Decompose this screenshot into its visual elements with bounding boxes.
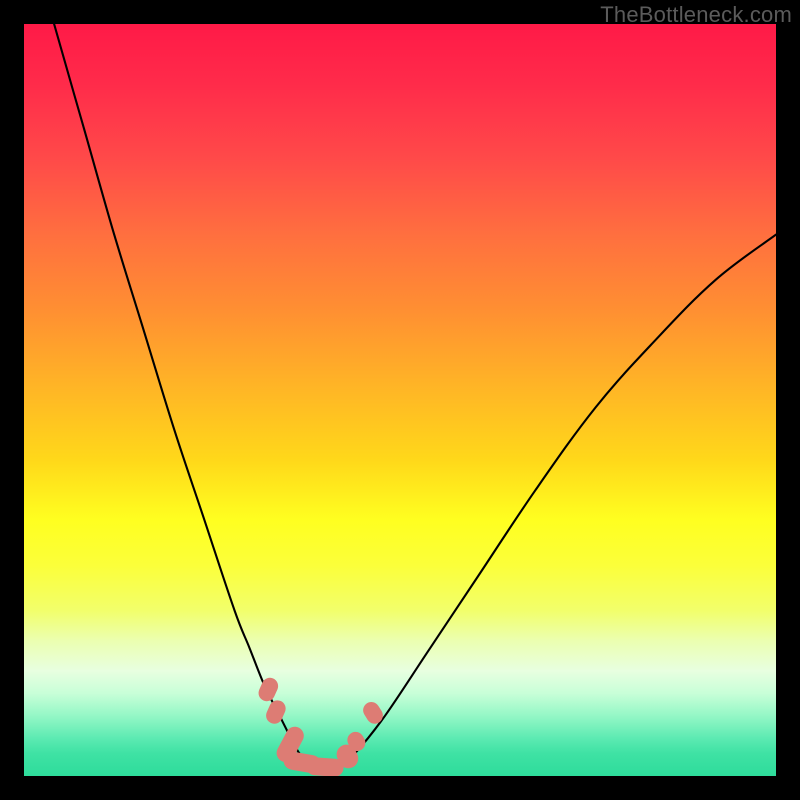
watermark-text: TheBottleneck.com xyxy=(600,2,792,28)
highlight-dot xyxy=(360,699,386,727)
highlight-markers xyxy=(256,675,386,776)
outer-frame: TheBottleneck.com xyxy=(0,0,800,800)
chart-svg xyxy=(24,24,776,776)
plot-area xyxy=(24,24,776,776)
highlight-dot xyxy=(256,675,281,704)
bottleneck-curve-path xyxy=(54,24,776,769)
highlight-dot xyxy=(263,698,288,727)
